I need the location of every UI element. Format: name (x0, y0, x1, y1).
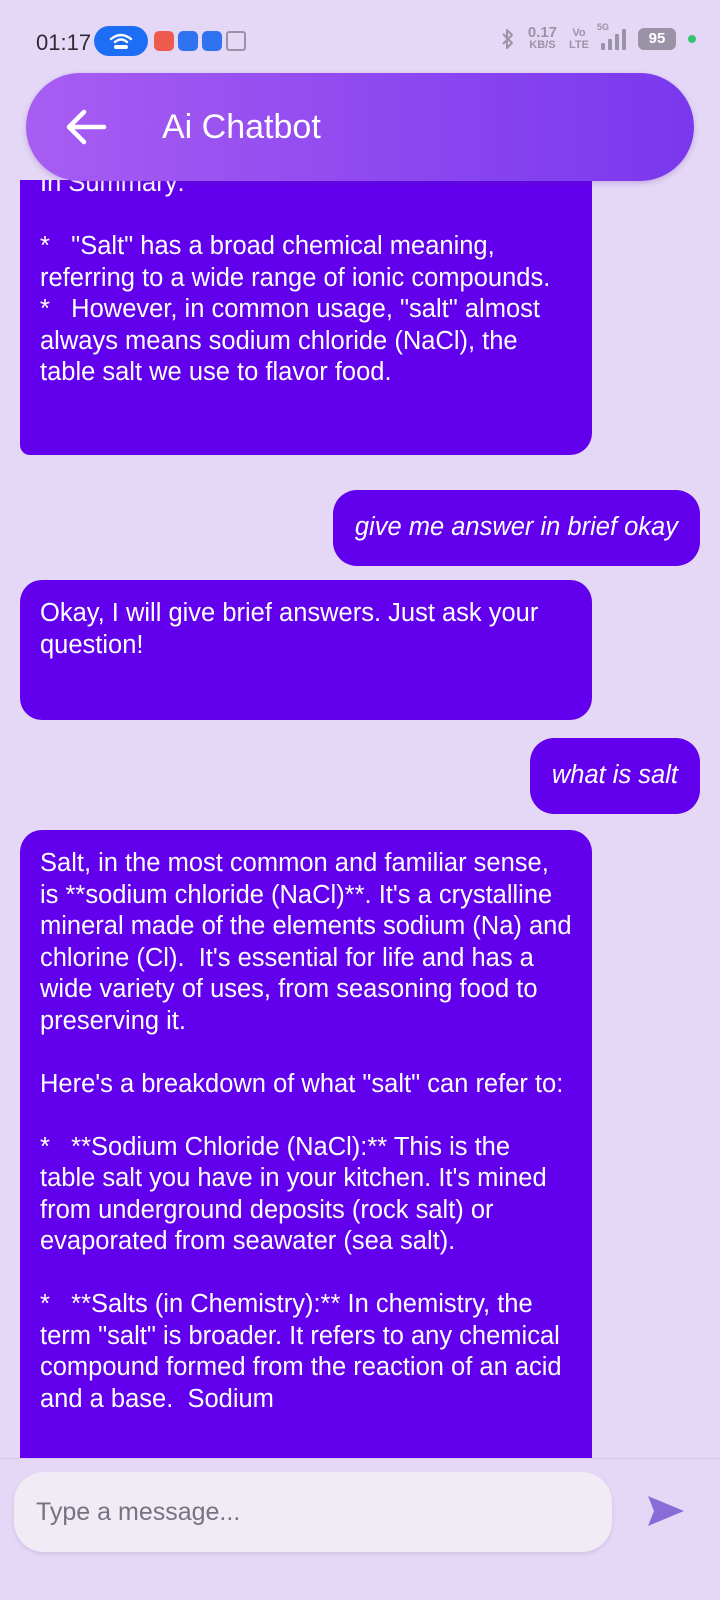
network-speed-value: 0.17 (527, 24, 558, 41)
app-bar: Ai Chatbot (26, 73, 694, 181)
message-input[interactable] (14, 1472, 612, 1552)
network-speed: 0.17 KB/S (527, 24, 558, 51)
send-button[interactable] (644, 1489, 688, 1533)
bot-message: Salt, in the most common and familiar se… (20, 830, 592, 1458)
gallery-app-icon (154, 31, 174, 51)
battery-icon: 95 (638, 27, 676, 50)
android-icon (202, 31, 222, 51)
send-icon (648, 1496, 684, 1526)
network-type: 5G (597, 21, 610, 32)
notification-icons (154, 31, 246, 51)
hotspot-icon (94, 26, 148, 56)
message-composer (0, 1458, 720, 1600)
status-right-group: 0.17 KB/S Vo LTE 5G 95 (500, 22, 696, 51)
page-title: Ai Chatbot (162, 107, 321, 146)
network-speed-unit: KB/S (529, 39, 556, 51)
back-button[interactable] (56, 97, 116, 157)
privacy-indicator-dot (688, 34, 696, 43)
bot-message: In Summary: * "Salt" has a broad chemica… (20, 180, 592, 455)
chat-message-list[interactable]: In Summary: * "Salt" has a broad chemica… (0, 180, 720, 1458)
status-bar: 01:17 0.17 KB/S Vo LTE 5G 95 (0, 0, 720, 80)
bluetooth-icon (502, 28, 513, 49)
volte-bottom: LTE (569, 38, 589, 51)
user-message: give me answer in brief okay (332, 490, 700, 566)
volte-indicator: Vo LTE (569, 27, 589, 51)
bot-message: Okay, I will give brief answers. Just as… (20, 580, 592, 720)
arrow-left-icon (66, 109, 107, 145)
battery-level: 95 (648, 30, 666, 47)
volte-top: Vo (572, 26, 586, 39)
pinwheel-app-icon (178, 31, 198, 51)
signal-icon: 5G (597, 22, 626, 50)
window-icon (226, 31, 246, 51)
status-time: 01:17 (36, 30, 92, 55)
user-message: what is salt (529, 738, 700, 814)
